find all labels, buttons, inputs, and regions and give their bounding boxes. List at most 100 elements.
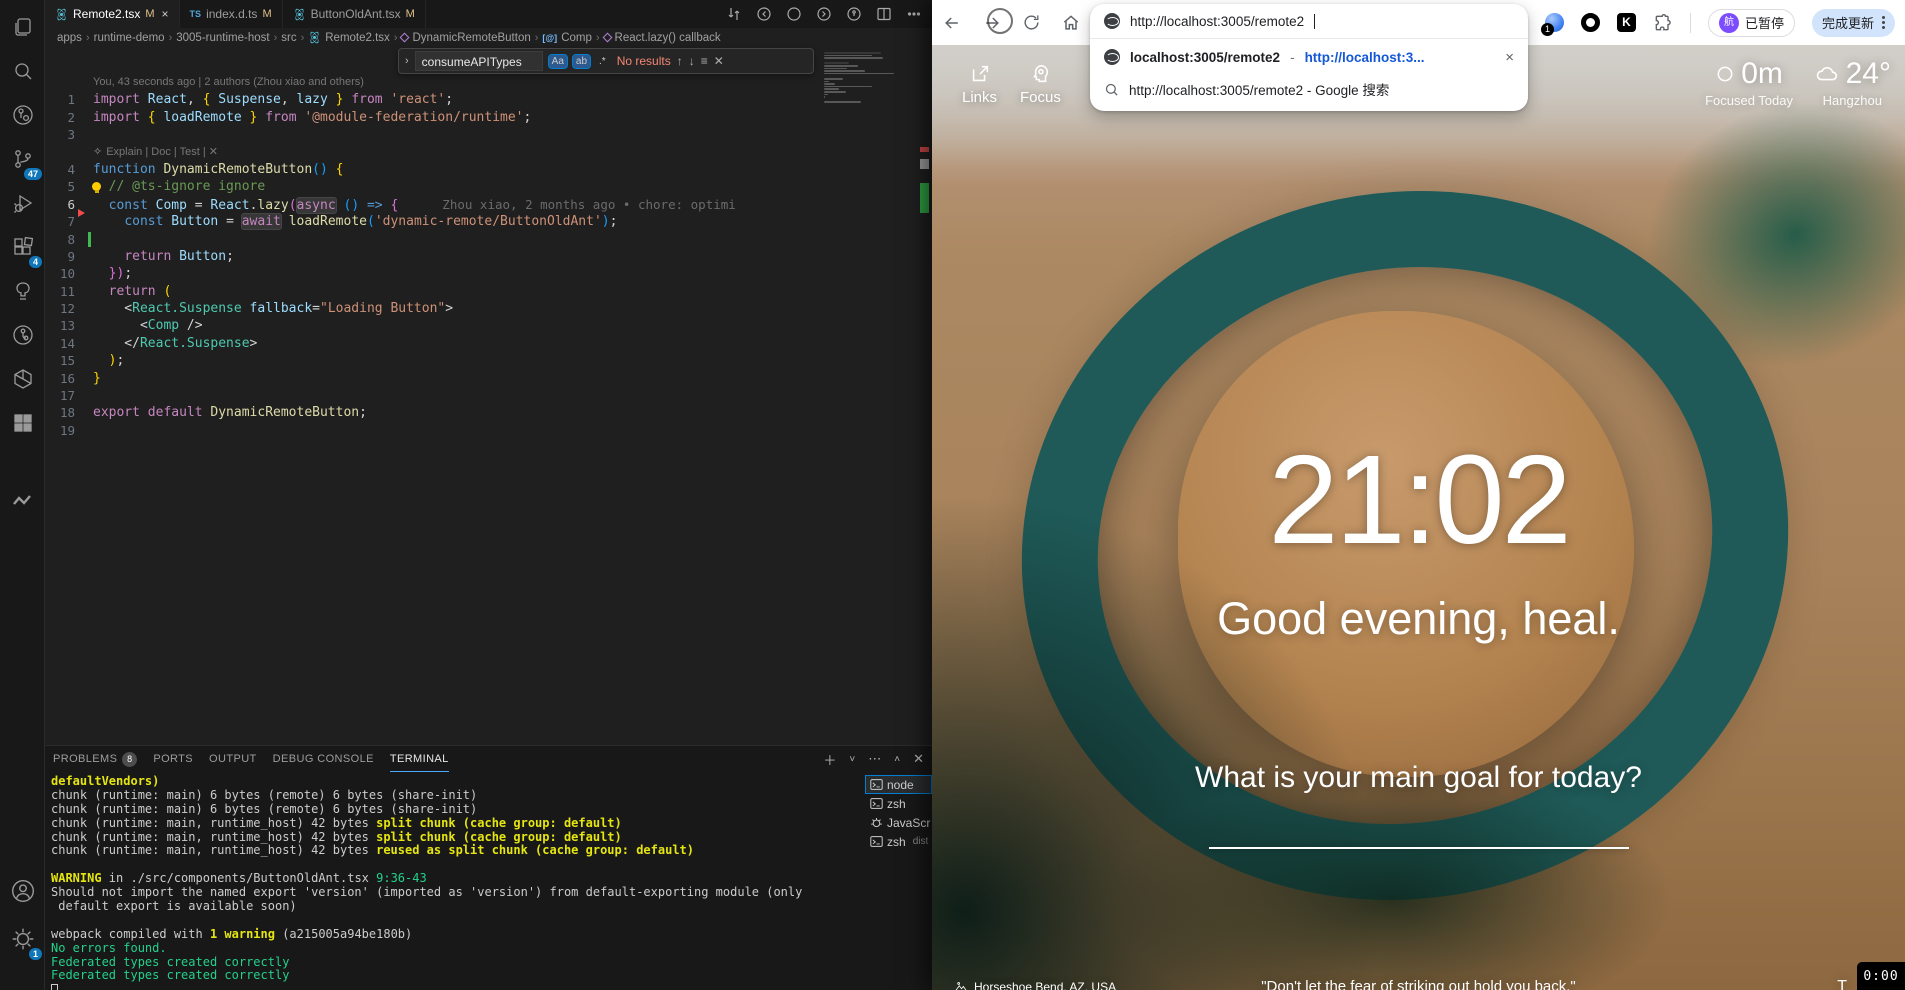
find-input[interactable]: consumeAPITypes [415, 51, 543, 71]
regex-button[interactable]: .* [596, 55, 609, 68]
back-icon[interactable] [942, 13, 962, 33]
inline-git-blame: Zhou xiao, 2 months ago • chore: optimi [442, 197, 736, 212]
terminal-session-list: nodezshJavaScript…zshdist [865, 775, 932, 851]
circle-icon[interactable] [786, 6, 802, 22]
panel-more-icon[interactable]: ⋯ [868, 751, 881, 767]
find-prev-icon[interactable]: ↑ [677, 54, 683, 68]
breadcrumb[interactable]: apps›runtime-demo›3005-runtime-host›src›… [45, 28, 932, 47]
panel-tab-ports[interactable]: PORTS [153, 746, 193, 772]
ring-extension-icon[interactable] [1581, 13, 1600, 32]
settings-gear-icon[interactable]: 1 [0, 920, 45, 958]
panel-tab-problems[interactable]: PROBLEMS8 [53, 746, 137, 772]
url-bar[interactable]: http://localhost:3005/remote2 [1090, 4, 1528, 38]
git-graph-icon[interactable] [0, 316, 45, 354]
suggestion-google-search[interactable]: http://localhost:3005/remote2 - Google 搜… [1090, 73, 1528, 105]
extensions-puzzle-icon[interactable] [1653, 13, 1673, 33]
problems-badge: 8 [122, 752, 137, 767]
photo-shadow-bottom [1112, 770, 1672, 990]
mouse-click-indicator [987, 8, 1013, 34]
panel-maximize-icon[interactable]: ˄ [894, 754, 900, 765]
tab-close-icon[interactable]: × [162, 7, 169, 21]
code-line-19: 19 [45, 422, 932, 439]
code-editor[interactable]: You, 43 seconds ago | 2 authors (Zhou xi… [45, 47, 932, 745]
panel-tab-debug-console[interactable]: DEBUG CONSOLE [273, 746, 374, 772]
navigate-forward-icon[interactable] [816, 6, 832, 22]
reload-icon[interactable] [1022, 13, 1041, 32]
globe-icon [1104, 49, 1120, 65]
grid-icon[interactable] [0, 404, 45, 442]
find-status: No results [617, 54, 671, 68]
links-button[interactable]: Links [962, 63, 997, 106]
breadcrumb-item[interactable]: src [281, 32, 296, 44]
code-line-7: 7 const Button = await loadRemote('dynam… [45, 213, 932, 230]
tab-index-d-ts[interactable]: TSindex.d.tsM [180, 0, 283, 28]
git-graph-action-icon[interactable] [846, 6, 862, 22]
more-actions-icon[interactable] [906, 6, 922, 22]
run-debug-icon[interactable] [0, 184, 45, 222]
text-cursor [88, 232, 91, 247]
profile-paused-button[interactable]: 航 已暂停 [1708, 9, 1795, 37]
wave-extension-icon[interactable] [0, 482, 45, 520]
suggestion-remove-icon[interactable]: × [1505, 49, 1514, 66]
find-expand-chevron[interactable]: › [405, 55, 409, 67]
goal-input[interactable] [1209, 847, 1629, 849]
cube-icon[interactable] [0, 360, 45, 398]
navigate-back-icon[interactable] [756, 6, 772, 22]
match-case-button[interactable]: Aa [549, 55, 567, 68]
tab-remote2-tsx[interactable]: Remote2.tsxM× [45, 0, 180, 28]
compare-changes-icon[interactable] [726, 6, 742, 22]
weather-widget[interactable]: 24° Hangzhou [1814, 57, 1891, 108]
terminal-session-node[interactable]: node [865, 775, 932, 794]
breadcrumb-item[interactable]: 3005-runtime-host [176, 32, 269, 44]
panel-tab-output[interactable]: OUTPUT [209, 746, 257, 772]
code-line-5: 5 // @ts-ignore ignore [45, 178, 932, 195]
code-line-6: 6 const Comp = React.lazy(async () => {Z… [45, 196, 932, 213]
split-editor-icon[interactable] [876, 6, 892, 22]
breadcrumb-item[interactable]: runtime-demo [94, 32, 165, 44]
panel-actions: ＋ ˅ ⋯ ˄ ✕ [823, 750, 924, 769]
source-control-icon[interactable]: 47 [0, 140, 45, 178]
code-line-13: 13 <Comp /> [45, 317, 932, 334]
focused-caption: Focused Today [1705, 93, 1793, 108]
breadcrumb-item[interactable]: [@]Comp [542, 32, 591, 44]
whole-word-button[interactable]: ab [573, 55, 590, 68]
extensions-icon[interactable]: 4 [0, 228, 45, 266]
breadcrumb-item[interactable]: DynamicRemoteButton [401, 32, 530, 44]
browser-window: 1 K 航 已暂停 完成更新 http://localhost:3005/rem… [932, 0, 1905, 990]
accounts-icon[interactable] [0, 872, 45, 910]
profile-paused-label: 已暂停 [1745, 13, 1784, 32]
testing-tree-icon[interactable] [0, 272, 45, 310]
breadcrumb-item[interactable]: React.lazy() callback [604, 32, 721, 44]
translate-extension-icon[interactable]: 1 [1545, 13, 1564, 32]
bottom-panel: PROBLEMS8 PORTS OUTPUT DEBUG CONSOLE TERMINA… [45, 745, 932, 990]
panel-close-icon[interactable]: ✕ [913, 751, 924, 767]
new-terminal-icon[interactable]: ＋ [823, 750, 836, 769]
tab-buttonoldant-tsx[interactable]: ButtonOldAnt.tsxM [283, 0, 426, 28]
k-extension-icon[interactable]: K [1617, 13, 1636, 32]
find-close-icon[interactable]: ✕ [714, 54, 724, 68]
vscode-main: Remote2.tsxM×TSindex.d.tsMButtonOldAnt.t… [45, 0, 932, 990]
find-next-icon[interactable]: ↓ [689, 54, 695, 68]
search-icon[interactable] [0, 52, 45, 90]
panel-tab-terminal[interactable]: TERMINAL [390, 746, 449, 772]
codelens-actions[interactable]: ✧Explain | Doc | Test | ✕ [45, 144, 932, 161]
terminal-dropdown-icon[interactable]: ˅ [849, 754, 855, 765]
finish-update-button[interactable]: 完成更新 [1812, 9, 1895, 37]
ruler-mark-green [920, 183, 929, 213]
suggestion-visit-url[interactable]: localhost:3005/remote2-http://localhost:… [1090, 41, 1528, 73]
breadcrumb-item[interactable]: Remote2.tsx [308, 31, 390, 44]
find-in-selection-icon[interactable]: ≡ [701, 54, 708, 68]
url-text[interactable]: http://localhost:3005/remote2 [1130, 14, 1304, 29]
focus-button[interactable]: Focus [1020, 63, 1061, 106]
minimap[interactable] [824, 52, 912, 106]
focus-stat-widget[interactable]: 0m Focused Today [1705, 57, 1793, 108]
terminal-session-zsh[interactable]: zsh [865, 794, 932, 813]
breadcrumb-item[interactable]: apps [57, 32, 82, 44]
gitlens-icon[interactable] [0, 96, 45, 134]
terminal-output[interactable]: defaultVendors)chunk (runtime: main) 6 b… [51, 775, 862, 990]
explorer-icon[interactable] [0, 8, 45, 46]
terminal-session-zsh[interactable]: zshdist [865, 832, 932, 851]
home-icon[interactable] [1061, 13, 1081, 33]
terminal-session-javascript-[interactable]: JavaScript… [865, 813, 932, 832]
browser-menu-icon[interactable] [1882, 16, 1885, 29]
